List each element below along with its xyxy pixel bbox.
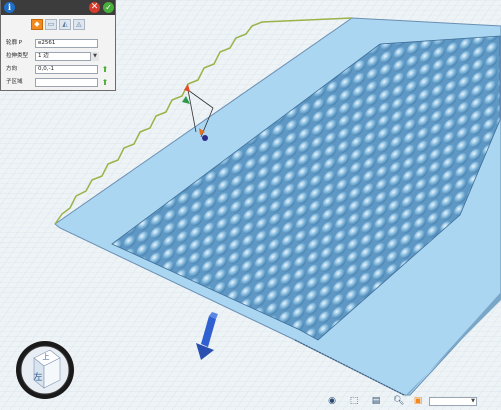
direction-field[interactable]: 0,0,-1 bbox=[35, 65, 98, 74]
sketch-icon[interactable]: ⬚ bbox=[349, 396, 359, 406]
row-profile: 轮廓 P e2561 bbox=[6, 38, 114, 49]
cancel-button[interactable]: ✕ bbox=[89, 2, 100, 13]
mode-union-icon[interactable]: ▭ bbox=[45, 19, 57, 30]
chevron-down-icon[interactable]: ▼ bbox=[90, 52, 99, 61]
pick-subregion-icon[interactable]: ⬆ bbox=[101, 78, 109, 87]
confirm-button[interactable]: ✓ bbox=[103, 2, 114, 13]
subregion-field[interactable] bbox=[35, 78, 98, 87]
row-subregion: 子区域 ⬆ bbox=[6, 77, 114, 88]
panel-titlebar: i ✕ ✓ bbox=[1, 0, 115, 15]
extrude-type-select[interactable]: 1 边 bbox=[35, 52, 98, 61]
zoom-icon[interactable]: 🔍︎ bbox=[393, 396, 404, 406]
extrude-type-label: 拉伸类型 bbox=[6, 53, 29, 59]
properties-panel: i ✕ ✓ ◆ ▭ ◭ ◬ 轮廓 P e2561 拉伸类型 1 边 ▼ 方向 0… bbox=[0, 0, 116, 91]
info-icon[interactable]: i bbox=[4, 2, 15, 13]
mode-subtract-icon[interactable]: ◭ bbox=[59, 19, 71, 30]
eye-icon[interactable]: ◉ bbox=[327, 396, 337, 406]
layers-icon[interactable]: ▤ bbox=[371, 396, 381, 406]
chevron-down-icon[interactable]: ▼ bbox=[469, 397, 477, 406]
direction-label: 方向 bbox=[6, 66, 18, 72]
profile-field[interactable]: e2561 bbox=[35, 39, 98, 48]
row-direction: 方向 0,0,-1 ⬆ bbox=[6, 64, 114, 75]
view-cube-front-label: 左 bbox=[33, 371, 42, 383]
render-icon[interactable]: ▣ bbox=[413, 396, 423, 406]
gizmo-origin bbox=[202, 135, 208, 141]
mode-intersect-icon[interactable]: ◬ bbox=[73, 19, 85, 30]
view-cube[interactable] bbox=[16, 341, 74, 399]
pick-direction-icon[interactable]: ⬆ bbox=[101, 65, 109, 74]
subregion-label: 子区域 bbox=[6, 79, 23, 85]
profile-label: 轮廓 P bbox=[6, 40, 23, 46]
mode-new-body-icon[interactable]: ◆ bbox=[31, 19, 43, 30]
view-cube-top-label: 上 bbox=[43, 352, 50, 361]
row-extrude-type: 拉伸类型 1 边 ▼ bbox=[6, 51, 114, 62]
